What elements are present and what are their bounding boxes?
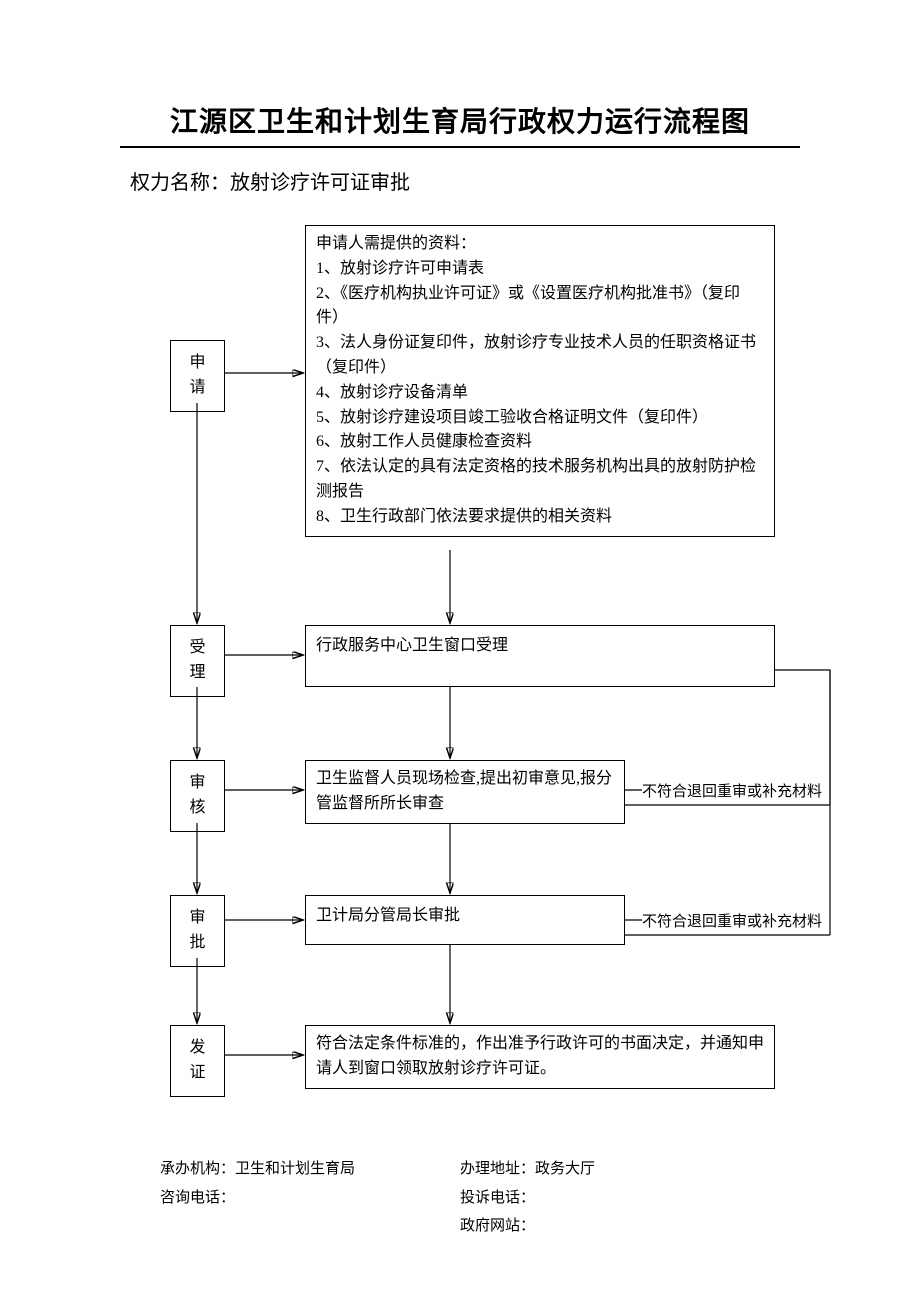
step-issue: 发 证 [170, 1025, 225, 1097]
step-apply: 申 请 [170, 340, 225, 412]
org-label: 承办机构： [160, 1161, 235, 1177]
tel-label: 咨询电话： [160, 1190, 235, 1206]
box-approve: 卫计局分管局长审批 [305, 895, 625, 945]
box-issue: 符合法定条件标准的，作出准予行政许可的书面决定，并通知申请人到窗口领取放射诊疗许… [305, 1025, 775, 1089]
flow-diagram: 申 请 受 理 审 核 审 批 发 证 申请人需提供的资料： 1、放射诊疗许可申… [130, 225, 850, 1125]
step-approve: 审 批 [170, 895, 225, 967]
box-review: 卫生监督人员现场检查,提出初审意见,报分管监督所所长审查 [305, 760, 625, 824]
note-reject-1: 不符合退回重审或补充材料 [642, 780, 822, 801]
box-accept: 行政服务中心卫生窗口受理 [305, 625, 775, 687]
complain-label: 投诉电话： [460, 1190, 535, 1206]
step-review: 审 核 [170, 760, 225, 832]
site-label: 政府网站： [460, 1218, 535, 1234]
note-reject-2: 不符合退回重审或补充材料 [642, 910, 822, 931]
addr-label: 办理地址： [460, 1161, 535, 1177]
page-title: 江源区卫生和计划生育局行政权力运行流程图 [120, 100, 800, 148]
footer-info: 承办机构：卫生和计划生育局 办理地址：政务大厅 咨询电话： 投诉电话： 政府网站… [160, 1155, 850, 1241]
subtitle: 权力名称：放射诊疗许可证审批 [130, 166, 850, 195]
addr-value: 政务大厅 [535, 1161, 595, 1177]
step-accept: 受 理 [170, 625, 225, 697]
box-materials: 申请人需提供的资料： 1、放射诊疗许可申请表 2、《医疗机构执业许可证》或《设置… [305, 225, 775, 537]
org-value: 卫生和计划生育局 [235, 1161, 355, 1177]
